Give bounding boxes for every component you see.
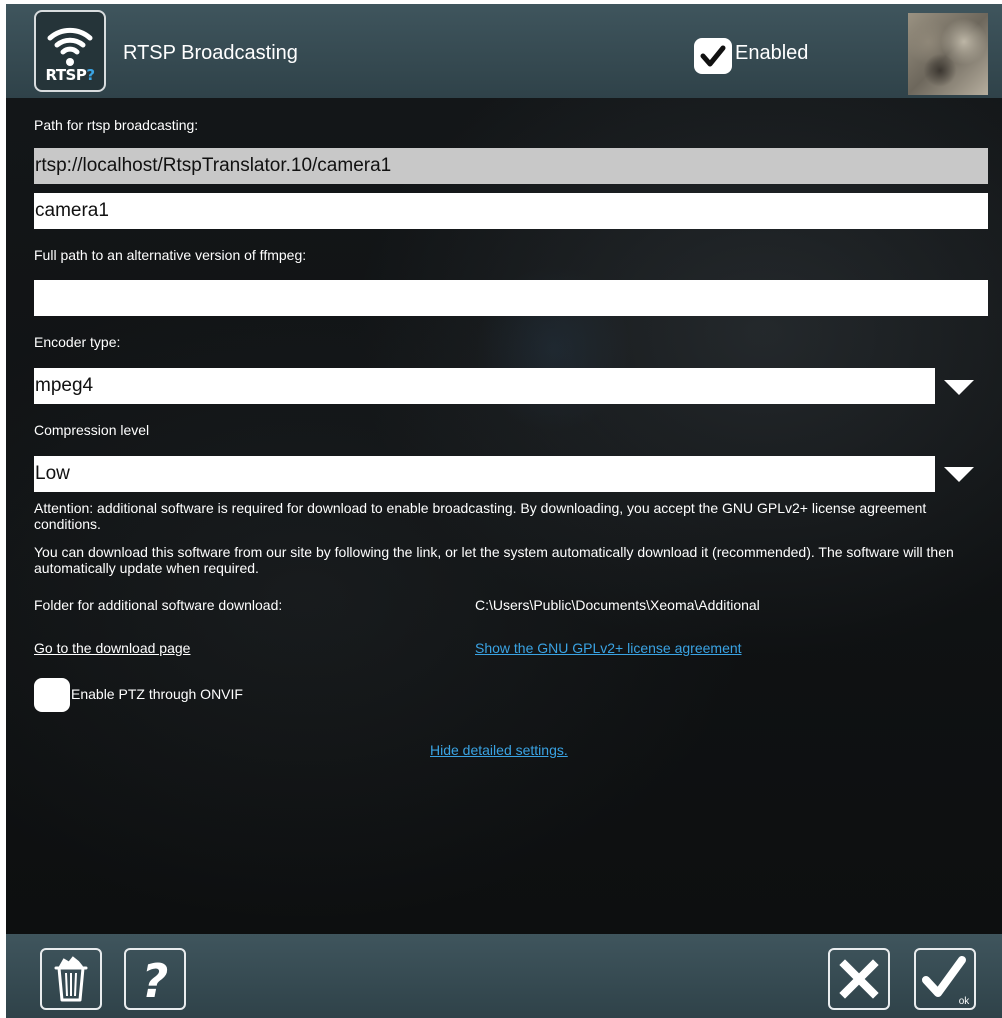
folder-label: Folder for additional software download: bbox=[34, 597, 283, 613]
enabled-checkbox[interactable] bbox=[694, 38, 732, 74]
chevron-down-icon[interactable] bbox=[944, 467, 974, 482]
download-info-text: You can download this software from our … bbox=[34, 544, 954, 576]
encoder-select[interactable]: mpeg4 bbox=[34, 368, 935, 404]
ptz-label[interactable]: Enable PTZ through ONVIF bbox=[71, 686, 243, 702]
encoder-label: Encoder type: bbox=[34, 334, 121, 350]
help-button[interactable]: ? bbox=[124, 948, 186, 1010]
ptz-checkbox[interactable] bbox=[34, 678, 70, 712]
delete-button[interactable] bbox=[40, 948, 102, 1010]
license-link[interactable]: Show the GNU GPLv2+ license agreement bbox=[475, 640, 742, 656]
page-title: RTSP Broadcasting bbox=[123, 42, 298, 64]
rtsp-settings-dialog: RTSP? RTSP Broadcasting Enabled Path for… bbox=[6, 4, 1002, 1018]
chevron-down-icon[interactable] bbox=[944, 380, 974, 395]
ok-icon: ok bbox=[922, 956, 971, 1007]
ffmpeg-path-input[interactable] bbox=[34, 280, 988, 316]
rtsp-logo: RTSP? bbox=[34, 10, 106, 92]
hide-settings-link[interactable]: Hide detailed settings. bbox=[430, 742, 568, 758]
attention-text: Attention: additional software is requir… bbox=[34, 500, 927, 532]
download-page-link[interactable]: Go to the download page bbox=[34, 640, 190, 656]
wifi-icon bbox=[47, 27, 93, 66]
ok-sub-label: ok bbox=[959, 996, 971, 1007]
ffmpeg-label: Full path to an alternative version of f… bbox=[34, 247, 307, 263]
enabled-label[interactable]: Enabled bbox=[735, 42, 808, 65]
logo-label: RTSP? bbox=[45, 66, 95, 84]
svg-text:?: ? bbox=[142, 954, 169, 1008]
folder-path: C:\Users\Public\Documents\Xeoma\Addition… bbox=[475, 597, 760, 613]
path-label: Path for rtsp broadcasting: bbox=[34, 117, 199, 133]
dialog-footer: ? ok bbox=[6, 934, 1002, 1018]
dialog-header: RTSP? RTSP Broadcasting Enabled bbox=[6, 4, 1002, 98]
stream-name-input[interactable]: camera1 bbox=[34, 193, 988, 229]
checkmark-icon bbox=[700, 45, 726, 67]
ok-button[interactable]: ok bbox=[914, 948, 976, 1010]
close-icon bbox=[839, 959, 879, 999]
camera-thumbnail[interactable] bbox=[908, 13, 988, 95]
cancel-button[interactable] bbox=[828, 948, 890, 1010]
compression-select[interactable]: Low bbox=[34, 456, 935, 492]
compression-label: Compression level bbox=[34, 422, 150, 438]
rtsp-url-field[interactable]: rtsp://localhost/RtspTranslator.10/camer… bbox=[34, 148, 988, 184]
trash-icon bbox=[54, 956, 88, 1002]
help-icon: ? bbox=[142, 954, 169, 1008]
